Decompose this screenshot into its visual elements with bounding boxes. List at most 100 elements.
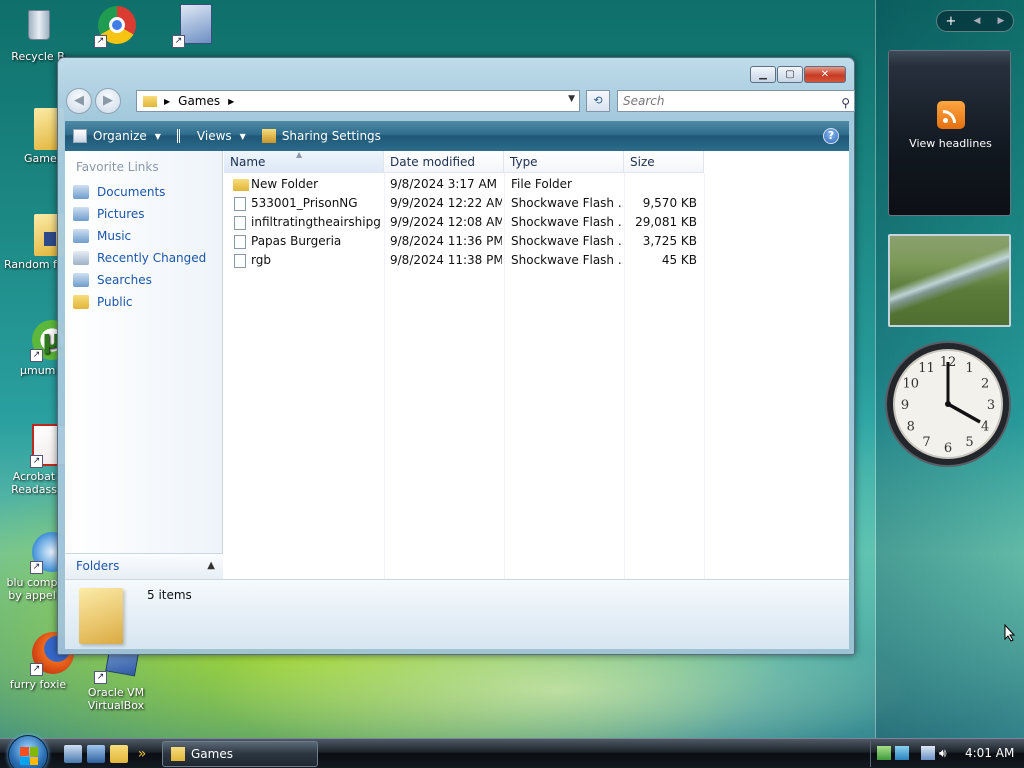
clock-number: 3 <box>987 398 995 413</box>
search-placeholder: Search <box>623 94 665 108</box>
add-gadget-button[interactable]: + <box>946 14 957 29</box>
nav-link-label: Public <box>97 295 133 309</box>
clock-number: 6 <box>944 441 952 456</box>
back-button[interactable]: ◀ <box>66 88 92 114</box>
quicklaunch-expand-icon[interactable]: » <box>133 745 151 763</box>
breadcrumb-separator-icon[interactable]: ▶ <box>164 97 170 106</box>
chrome-icon: ↗ <box>94 4 138 48</box>
file-row[interactable]: rgb 9/8/2024 11:38 PM Shockwave Flash ..… <box>224 251 704 270</box>
views-menu[interactable]: Views ▼ <box>169 121 254 151</box>
refresh-button[interactable]: ⟲ <box>586 90 610 112</box>
searches-icon <box>73 273 89 287</box>
slideshow-gadget[interactable] <box>888 234 1011 327</box>
view-headlines-link[interactable]: View headlines <box>889 137 1012 150</box>
shortcut-arrow-icon: ↗ <box>30 561 43 574</box>
application-icon: ↗ <box>172 4 216 48</box>
chevron-up-icon: ▲ <box>207 560 215 571</box>
chevron-down-icon: ▼ <box>239 131 246 141</box>
recently-changed-icon <box>73 251 89 265</box>
desktop-icon-label: Oracle VM VirtualBox <box>87 686 145 712</box>
nav-link-label: Music <box>97 229 132 243</box>
address-dropdown-icon[interactable]: ▼ <box>568 94 575 104</box>
column-header-size[interactable]: Size <box>624 151 704 173</box>
column-header-date[interactable]: Date modified <box>384 151 504 173</box>
address-bar[interactable]: ▶ Games ▶ ▼ <box>136 90 580 112</box>
minimize-button[interactable]: ▁ <box>750 66 776 83</box>
shortcut-arrow-icon: ↗ <box>94 671 107 684</box>
file-date: 9/9/2024 12:22 AM <box>390 196 502 210</box>
organize-menu[interactable]: Organize ▼ <box>65 121 169 151</box>
clock-number: 9 <box>901 398 909 413</box>
file-name: 533001_PrisonNG <box>251 196 358 210</box>
item-count: 5 items <box>147 588 192 602</box>
desktop-icon-chrome[interactable]: ↗ <box>78 4 154 50</box>
documents-icon <box>73 185 89 199</box>
clock-number: 11 <box>918 361 935 376</box>
taskbar-clock[interactable]: 4:01 AM <box>965 746 1014 760</box>
file-size: 9,570 KB <box>642 196 697 210</box>
sharing-icon <box>261 129 276 143</box>
file-row[interactable]: New Folder 9/8/2024 3:17 AM File Folder <box>224 175 704 194</box>
sort-ascending-icon: ▲ <box>296 150 303 159</box>
shortcut-arrow-icon: ↗ <box>30 663 43 676</box>
search-icon[interactable]: ⚲ <box>841 93 850 113</box>
column-header-label: Type <box>510 155 538 169</box>
folder-icon <box>16 106 64 150</box>
sidebar-controls: + ◀ ▶ <box>936 10 1014 32</box>
breadcrumb-separator-icon[interactable]: ▶ <box>228 97 234 106</box>
flash-file-icon <box>234 197 246 211</box>
system-tray: 🔊︎ 4:01 AM <box>870 741 1024 767</box>
file-name: infiltratingtheairshipga... <box>251 215 381 229</box>
taskbar-item-games[interactable]: Games <box>162 741 318 767</box>
folder-icon <box>233 179 249 191</box>
forward-button[interactable]: ▶ <box>95 88 121 114</box>
breadcrumb-games[interactable]: Games <box>178 94 220 108</box>
network-icon[interactable] <box>921 746 935 760</box>
folders-toggle[interactable]: Folders ▲ <box>65 553 223 579</box>
next-gadget-button[interactable]: ▶ <box>998 16 1005 26</box>
column-header-label: Name <box>230 155 266 169</box>
views-icon <box>176 129 191 143</box>
nav-link-pictures[interactable]: Pictures <box>71 204 145 224</box>
file-size: 29,081 KB <box>635 215 697 229</box>
nav-link-public[interactable]: Public <box>71 292 133 312</box>
desktop-icon-label: blu comp by appel <box>6 576 58 602</box>
favorite-links-heading: Favorite Links <box>76 160 159 174</box>
help-icon[interactable]: ? <box>823 128 839 144</box>
search-input[interactable]: Search ⚲ <box>617 90 855 112</box>
start-button[interactable] <box>8 735 48 768</box>
file-row[interactable]: 533001_PrisonNG 9/9/2024 12:22 AM Shockw… <box>224 194 704 213</box>
show-desktop-icon[interactable] <box>64 745 82 763</box>
desktop-icon-recycle-bin[interactable]: Recycle B <box>0 4 76 63</box>
column-header-type[interactable]: Type <box>504 151 624 173</box>
desktop-icon-label: furry foxie <box>9 678 67 691</box>
clock-number: 8 <box>907 420 915 435</box>
tray-app-icon[interactable] <box>895 746 909 760</box>
maximize-button[interactable]: ▢ <box>777 66 803 83</box>
volume-icon[interactable]: 🔊︎ <box>939 746 953 760</box>
file-row[interactable]: infiltratingtheairshipga... 9/9/2024 12:… <box>224 213 704 232</box>
clock-gadget[interactable]: 121234567891011 <box>884 340 1012 468</box>
prev-gadget-button[interactable]: ◀ <box>974 16 981 26</box>
explorer-quicklaunch-icon[interactable] <box>110 745 128 763</box>
desktop-icon-app[interactable]: ↗ <box>156 4 232 50</box>
taskbar: » Games 🔊︎ 4:01 AM <box>0 735 1024 768</box>
nav-link-recently-changed[interactable]: Recently Changed <box>71 248 206 268</box>
flash-file-icon <box>234 216 246 230</box>
close-button[interactable]: ✕ <box>804 66 846 83</box>
navigation-bar: ◀ ▶ ▶ Games ▶ ▼ ⟲ Search ⚲ <box>66 87 855 115</box>
column-header-name[interactable]: Name ▲ <box>224 150 384 173</box>
nav-link-music[interactable]: Music <box>71 226 131 246</box>
tray-app-icon[interactable] <box>877 746 891 760</box>
nav-link-documents[interactable]: Documents <box>71 182 165 202</box>
file-type: Shockwave Flash ... <box>511 196 623 210</box>
nav-link-searches[interactable]: Searches <box>71 270 152 290</box>
switch-windows-icon[interactable] <box>87 745 105 763</box>
taskbar-item-label: Games <box>191 747 233 761</box>
sharing-settings-button[interactable]: Sharing Settings <box>254 121 389 151</box>
feed-headlines-gadget[interactable]: View headlines <box>888 50 1011 216</box>
file-row[interactable]: Papas Burgeria 9/8/2024 11:36 PM Shockwa… <box>224 232 704 251</box>
file-size: 3,725 KB <box>642 234 697 248</box>
music-icon <box>73 229 89 243</box>
file-date: 9/9/2024 12:08 AM <box>390 215 502 229</box>
